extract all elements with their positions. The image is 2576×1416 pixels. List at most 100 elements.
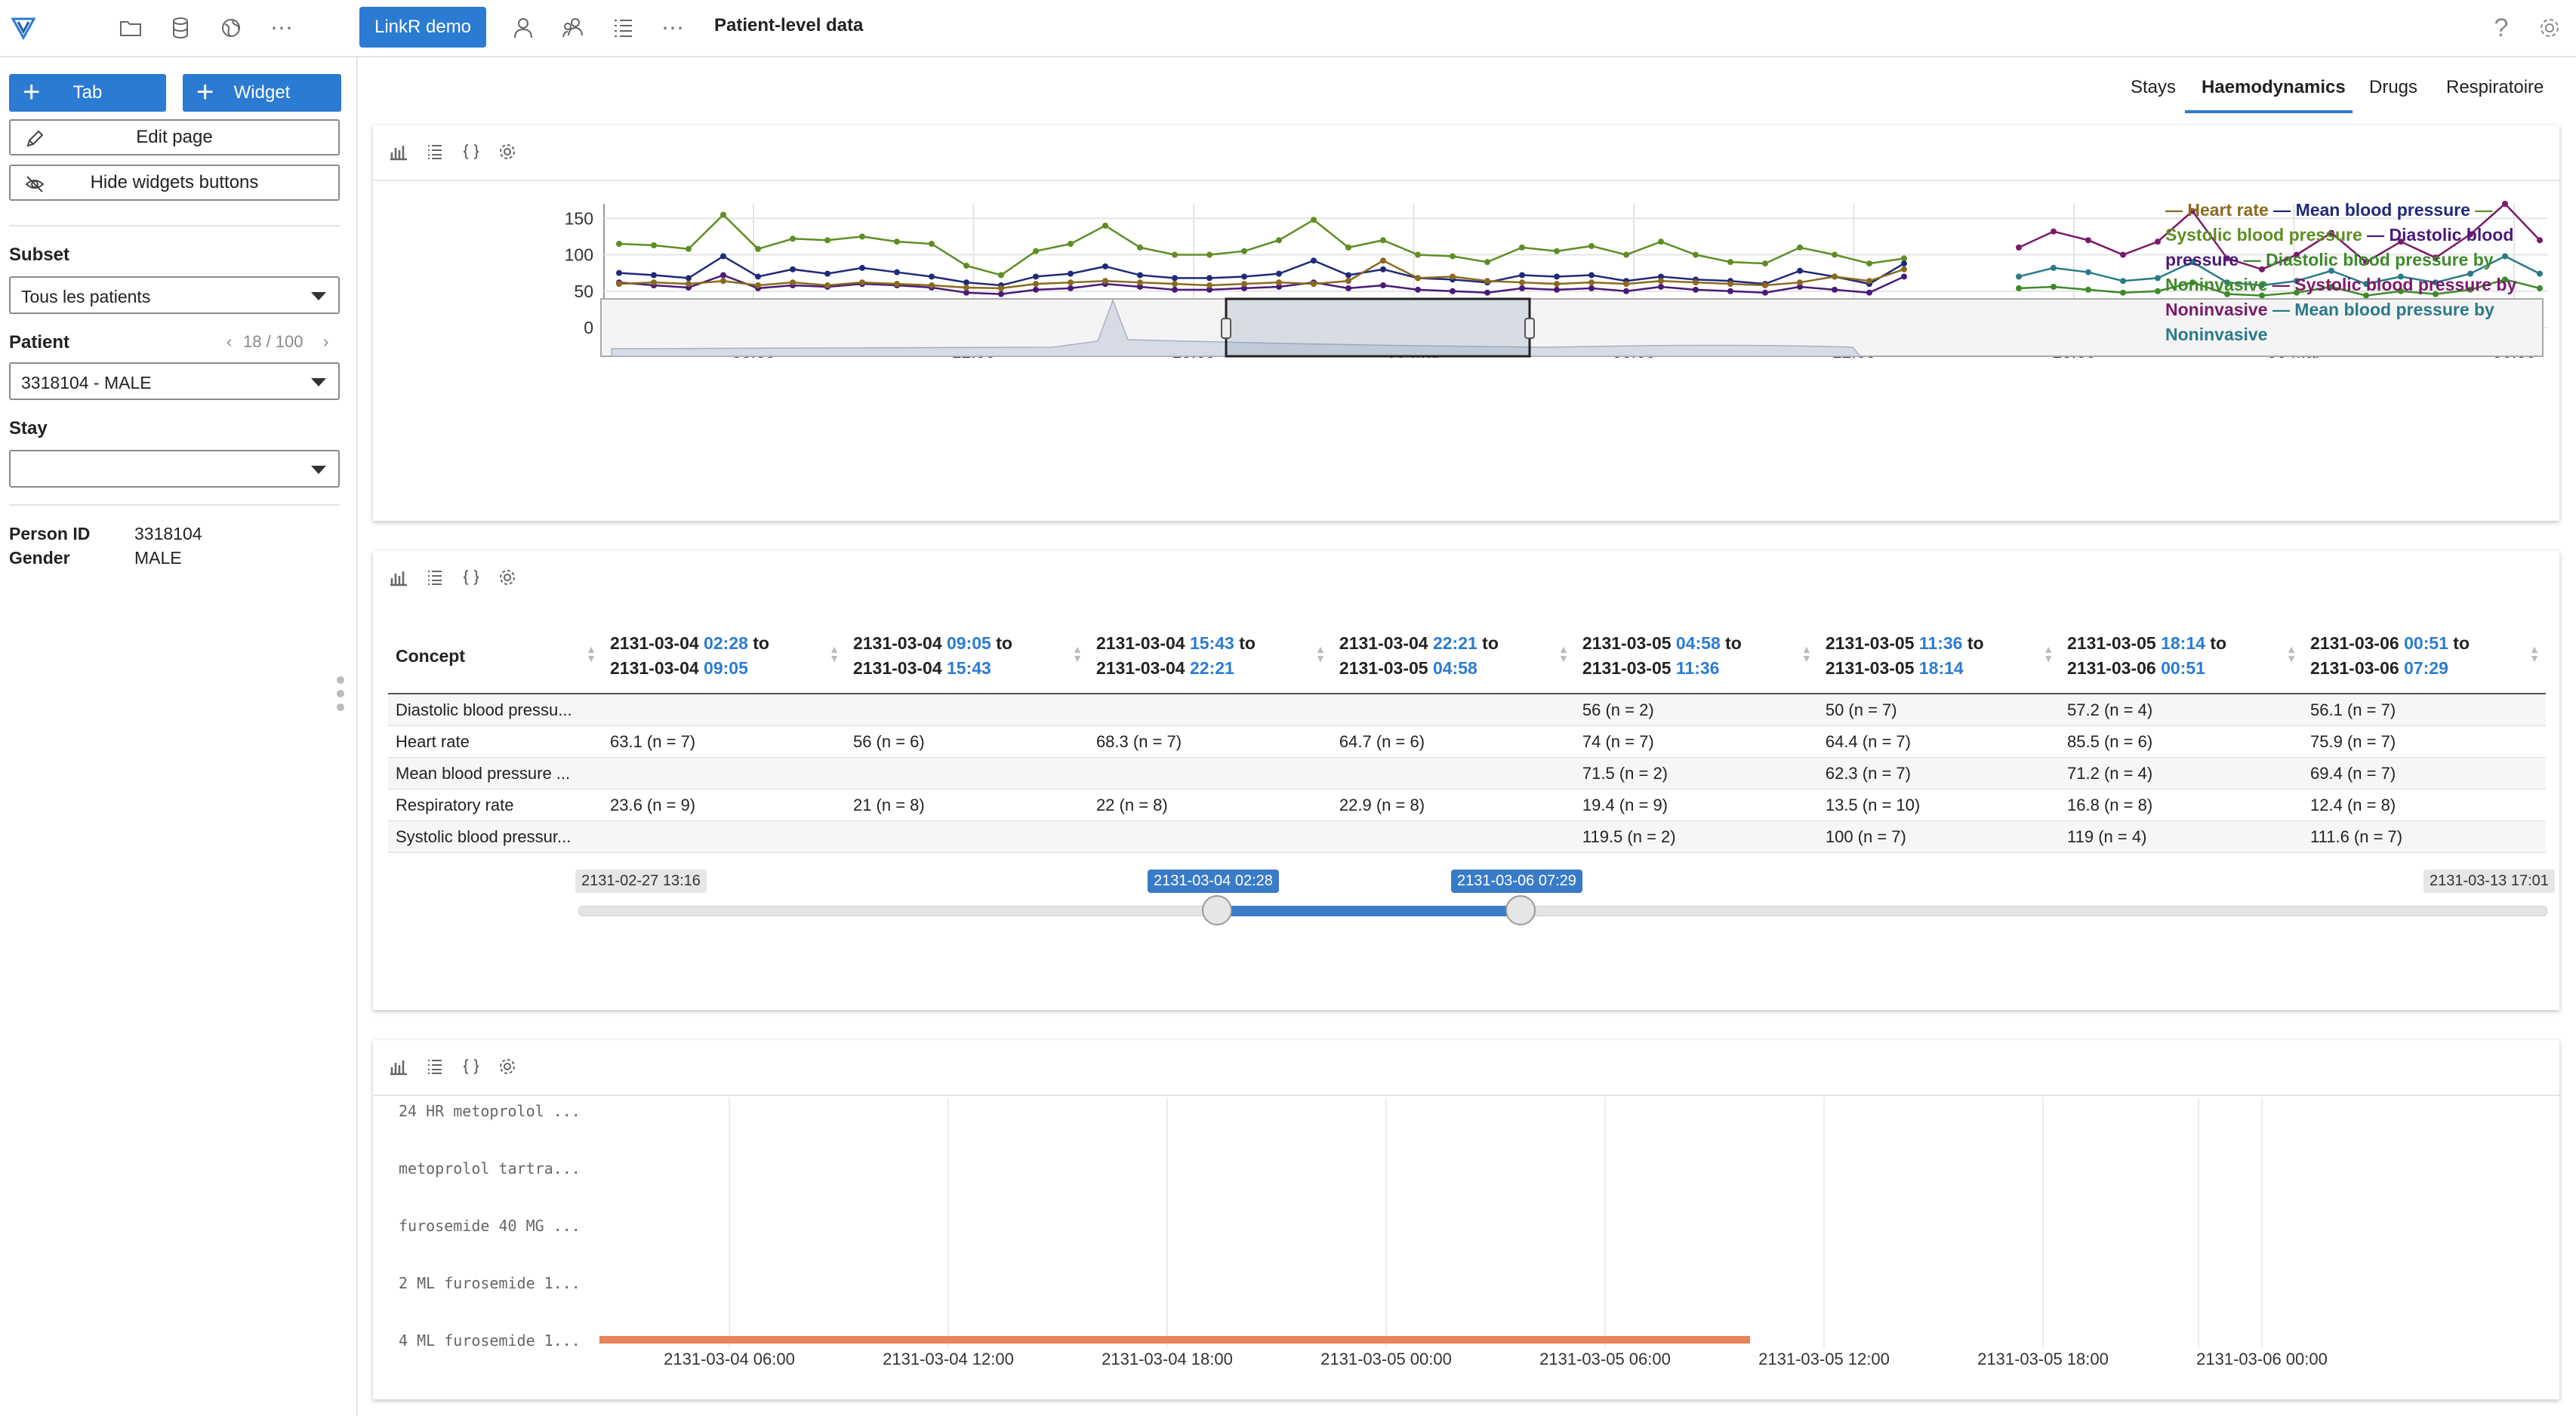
data-point[interactable] (755, 273, 761, 280)
data-point[interactable] (1519, 244, 1525, 251)
data-point[interactable] (1658, 239, 1664, 245)
data-point[interactable] (686, 281, 692, 288)
data-point[interactable] (1588, 279, 1595, 286)
data-point[interactable] (1623, 288, 1629, 294)
globe-icon[interactable] (214, 11, 248, 45)
data-point[interactable] (1276, 237, 1282, 244)
legend-mean-bp[interactable]: Mean blood pressure (2296, 200, 2470, 220)
data-point[interactable] (2051, 264, 2057, 271)
subset-dropdown[interactable]: Tous les patients (9, 276, 340, 314)
help-icon[interactable]: ? (2484, 11, 2519, 45)
add-tab-button[interactable]: + Tab (9, 74, 166, 112)
data-point[interactable] (1311, 257, 1317, 264)
data-point[interactable] (1727, 259, 1733, 266)
data-point[interactable] (1068, 279, 1074, 286)
legend-systolic-bp[interactable]: Systolic blood pressure (2165, 225, 2362, 245)
code-braces-icon[interactable] (461, 141, 482, 162)
data-point[interactable] (1797, 279, 1803, 286)
data-point[interactable] (755, 282, 761, 289)
data-point[interactable] (2155, 288, 2161, 294)
column-header-7[interactable]: 2131-03-05 18:14 to 2131-03-06 00:51 ▲ ▼ (2060, 619, 2303, 694)
drug-exposure-bar[interactable] (599, 1336, 1750, 1344)
sidebar-resize-handle[interactable] (337, 676, 346, 722)
data-point[interactable] (1033, 281, 1039, 288)
sort-icon[interactable]: ▲ ▼ (1558, 644, 1569, 663)
column-header-1[interactable]: 2131-03-04 02:28 to 2131-03-04 09:05 ▲ ▼ (602, 619, 846, 694)
data-point[interactable] (1206, 282, 1213, 289)
table-row[interactable]: Heart rate 63.1 (n = 7) 56 (n = 6) 68.3 (n … (388, 725, 2546, 758)
data-point[interactable] (824, 270, 830, 277)
data-point[interactable] (1137, 244, 1143, 251)
drugs-timeline-chart[interactable] (373, 1040, 2559, 1399)
data-point[interactable] (894, 281, 900, 288)
data-point[interactable] (894, 269, 900, 276)
data-point[interactable] (651, 242, 657, 248)
table-row[interactable]: Systolic blood pressur... 119.5 (n = 2) 10… (388, 820, 2546, 853)
data-point[interactable] (1797, 244, 1803, 251)
data-point[interactable] (1727, 281, 1733, 288)
data-point[interactable] (790, 279, 796, 286)
slider-track[interactable] (578, 906, 2547, 916)
table-row[interactable]: Diastolic blood pressu... 56 (n = 2) 50 (n… (388, 694, 2546, 726)
sort-icon[interactable]: ▲ ▼ (2286, 644, 2297, 663)
edit-page-button[interactable]: Edit page (9, 119, 340, 155)
data-point[interactable] (2016, 244, 2022, 251)
more-menu-icon-2[interactable]: ⋯ (655, 11, 690, 45)
data-point[interactable] (1797, 267, 1803, 274)
list-icon[interactable] (424, 141, 445, 162)
data-point[interactable] (894, 239, 900, 245)
data-point[interactable] (824, 237, 830, 244)
data-point[interactable] (720, 272, 726, 279)
data-point[interactable] (720, 278, 726, 285)
data-point[interactable] (1206, 251, 1213, 258)
data-point[interactable] (1554, 281, 1560, 288)
data-point[interactable] (1241, 281, 1247, 288)
data-point[interactable] (651, 279, 657, 286)
gear-icon[interactable] (497, 567, 518, 588)
column-header-5[interactable]: 2131-03-05 04:58 to 2131-03-05 11:36 ▲ ▼ (1574, 619, 1818, 694)
data-point[interactable] (929, 273, 935, 280)
linkr-logo-icon[interactable] (6, 11, 41, 45)
data-point[interactable] (1832, 273, 1838, 280)
column-header-6[interactable]: 2131-03-05 11:36 to 2131-03-05 18:14 ▲ ▼ (1817, 619, 2060, 694)
slider-range[interactable] (1217, 906, 1521, 916)
settings-icon[interactable] (2532, 11, 2567, 45)
data-point[interactable] (1554, 273, 1560, 280)
data-point[interactable] (1519, 272, 1525, 279)
data-point[interactable] (1380, 237, 1386, 244)
data-point[interactable] (616, 241, 622, 248)
data-point[interactable] (963, 284, 969, 291)
data-point[interactable] (1762, 289, 1768, 296)
data-point[interactable] (2537, 270, 2543, 277)
data-point[interactable] (1102, 263, 1108, 269)
data-point[interactable] (1033, 286, 1039, 293)
project-button[interactable]: LinkR demo (359, 7, 486, 48)
data-point[interactable] (686, 245, 692, 252)
data-point[interactable] (1658, 283, 1664, 290)
data-point[interactable] (1172, 275, 1178, 282)
data-point[interactable] (1762, 260, 1768, 267)
data-point[interactable] (1102, 278, 1108, 285)
data-point[interactable] (1484, 289, 1490, 296)
navigator-left-handle[interactable] (1221, 318, 1231, 339)
data-point[interactable] (1311, 217, 1317, 223)
data-point[interactable] (1415, 251, 1421, 258)
data-point[interactable] (1033, 248, 1039, 254)
data-point[interactable] (1033, 273, 1039, 280)
data-point[interactable] (2120, 289, 2126, 296)
data-point[interactable] (1380, 257, 1386, 264)
data-point[interactable] (1588, 272, 1595, 279)
data-point[interactable] (998, 285, 1004, 291)
data-point[interactable] (1311, 281, 1317, 288)
add-widget-button[interactable]: + Widget (183, 74, 341, 112)
data-point[interactable] (1832, 251, 1838, 258)
data-point[interactable] (1762, 282, 1768, 289)
column-header-4[interactable]: 2131-03-04 22:21 to 2131-03-05 04:58 ▲ ▼ (1331, 619, 1575, 694)
hide-widgets-button[interactable]: Hide widgets buttons (9, 165, 340, 201)
data-point[interactable] (1241, 273, 1247, 280)
data-point[interactable] (1172, 251, 1178, 258)
data-point[interactable] (2155, 239, 2161, 245)
table-row[interactable]: Respiratory rate 23.6 (n = 9) 21 (n = 8) 22… (388, 789, 2546, 821)
data-point[interactable] (1102, 222, 1108, 229)
data-point[interactable] (2085, 269, 2091, 276)
